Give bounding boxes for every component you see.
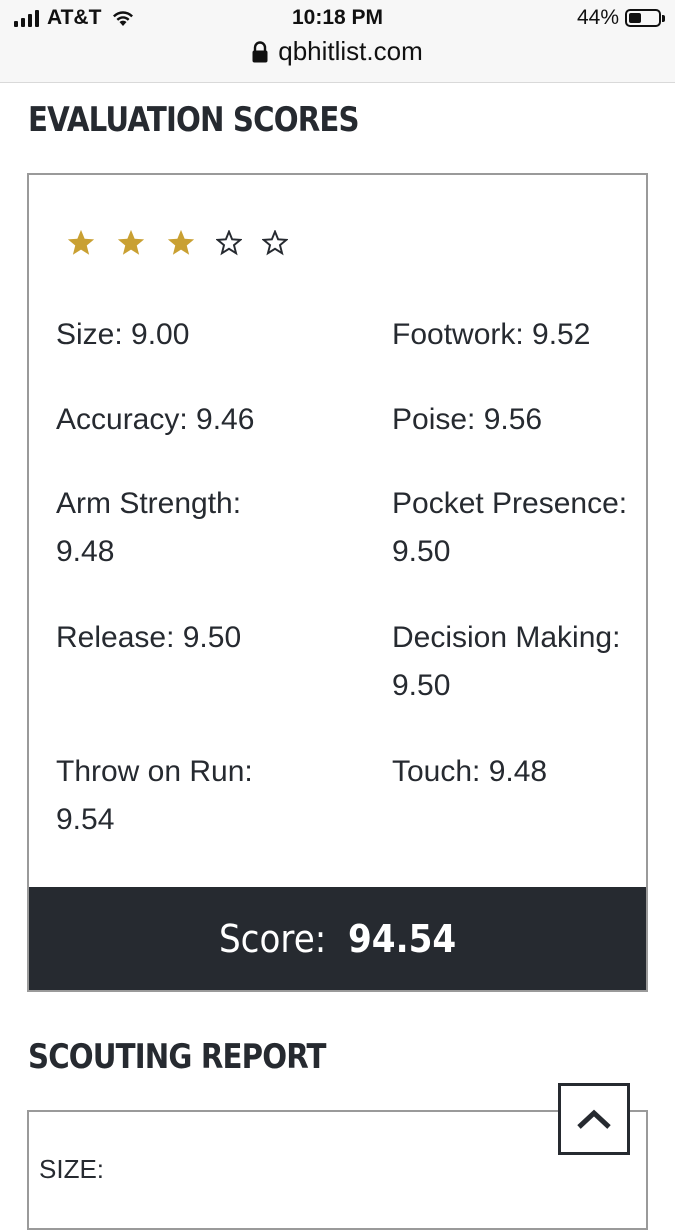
metric-release: Release: 9.50 [56, 621, 242, 654]
star-empty-icon [262, 230, 288, 256]
metric-decision-making: Decision Making: 9.50 [392, 621, 621, 702]
metric-arm-strength: Arm Strength: 9.48 [56, 487, 242, 568]
score-label: Score: [218, 916, 327, 961]
chevron-up-icon [577, 1109, 611, 1129]
metric-touch: Touch: 9.48 [392, 755, 548, 788]
total-score-bar: Score: 94.54 [29, 887, 646, 990]
back-to-top-button[interactable] [558, 1083, 630, 1155]
lock-icon [252, 40, 268, 62]
metric-size: Size: 9.00 [56, 318, 190, 351]
clock: 10:18 PM [291, 6, 384, 29]
battery-icon [625, 9, 665, 27]
address-bar[interactable]: qbhitlist.com [0, 36, 675, 67]
metric-pocket-presence: Pocket Presence: 9.50 [392, 487, 628, 568]
scouting-card: SIZE: [27, 1110, 648, 1230]
star-empty-icon [216, 230, 242, 256]
star-filled-icon [117, 229, 145, 255]
url-text[interactable]: qbhitlist.com [278, 36, 423, 67]
battery-percent: 44% [576, 6, 619, 29]
star-filled-icon [167, 229, 195, 255]
evaluation-card: Size: 9.00 Footwork: 9.52 Accuracy: 9.46… [27, 173, 648, 992]
star-filled-icon [67, 229, 95, 255]
metric-footwork: Footwork: 9.52 [392, 318, 591, 351]
browser-status-bar: AT&T 10:18 PM 44% qbhitlist.com [0, 0, 675, 83]
metric-poise: Poise: 9.56 [392, 403, 543, 436]
scouting-heading: SCOUTING REPORT [28, 1037, 326, 1077]
metric-accuracy: Accuracy: 9.46 [56, 403, 255, 436]
evaluation-heading: EVALUATION SCORES [28, 100, 360, 140]
battery-level-fill [629, 13, 641, 23]
star-rating [66, 228, 308, 258]
score-value: 94.54 [348, 916, 457, 961]
battery-info: 44% [576, 6, 665, 30]
scouting-size-label: SIZE: [39, 1154, 105, 1184]
metric-throw-on-run: Throw on Run: 9.54 [56, 755, 253, 836]
